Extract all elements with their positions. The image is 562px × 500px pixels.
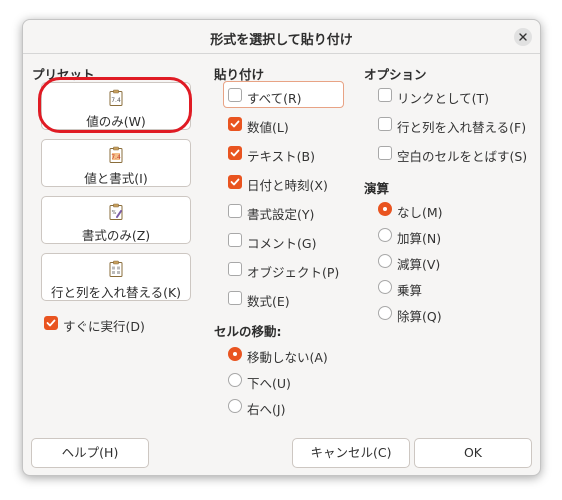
preset-formats-only-label: 書式のみ(Z) — [81, 228, 151, 243]
as-link-checkbox[interactable]: リンクとして(T) — [378, 86, 533, 106]
checkmark-icon — [46, 319, 56, 327]
checkbox-box — [228, 233, 242, 247]
preset-values-formats-label: 値と書式(I) — [84, 171, 148, 186]
preset-values-formats-button[interactable]: 7.4 値と書式(I) — [41, 139, 191, 187]
checkmark-icon — [230, 178, 240, 186]
radio-circle — [228, 347, 242, 361]
paste-datetime-label: 日付と時刻(X) — [247, 178, 328, 193]
checkbox-box — [228, 291, 242, 305]
checkbox-box — [378, 88, 392, 102]
operation-add-radio[interactable]: 加算(N) — [378, 226, 498, 246]
operation-divide-label: 除算(Q) — [397, 309, 442, 324]
checkbox-box — [228, 117, 242, 131]
operations-header: 演算 — [364, 181, 390, 196]
transpose-label: 行と列を入れ替える(F) — [397, 120, 527, 135]
checkbox-box — [228, 262, 242, 276]
paste-objects-checkbox[interactable]: オブジェクト(P) — [228, 260, 343, 280]
operation-divide-radio[interactable]: 除算(Q) — [378, 304, 498, 324]
operation-none-radio[interactable]: なし(M) — [378, 200, 498, 220]
operation-multiply-label: 乗算 — [397, 283, 423, 298]
operation-add-label: 加算(N) — [397, 231, 442, 246]
checkbox-box — [228, 88, 242, 102]
radio-circle — [378, 280, 392, 294]
checkbox-box — [44, 316, 58, 330]
operation-none-label: なし(M) — [397, 205, 443, 220]
skip-empty-cells-checkbox[interactable]: 空白のセルをとばす(S) — [378, 144, 533, 164]
transpose-checkbox[interactable]: 行と列を入れ替える(F) — [378, 115, 533, 135]
close-icon — [519, 33, 527, 41]
radio-circle — [378, 202, 392, 216]
dialog-title: 形式を選択して貼り付け — [210, 33, 353, 48]
paste-comments-checkbox[interactable]: コメント(G) — [228, 231, 343, 251]
highlight-annotation-circle — [38, 77, 192, 133]
paste-datetime-checkbox[interactable]: 日付と時刻(X) — [228, 173, 343, 193]
move-none-label: 移動しない(A) — [247, 350, 328, 365]
paste-numbers-label: 数値(L) — [247, 120, 289, 135]
close-button[interactable] — [514, 28, 532, 46]
operation-subtract-radio[interactable]: 減算(V) — [378, 252, 498, 272]
paste-formulas-label: 数式(E) — [247, 294, 290, 309]
options-header: オプション — [364, 67, 427, 82]
radio-circle — [228, 399, 242, 413]
help-button[interactable]: ヘルプ(H) — [31, 438, 149, 468]
run-immediately-checkbox[interactable]: すぐに実行(D) — [44, 314, 194, 334]
move-down-label: 下へ(U) — [247, 376, 291, 391]
paste-special-dialog: 形式を選択して貼り付け プリセット 7.4 値のみ(W) 7.4 値と書式(I) — [22, 19, 541, 476]
skip-empty-cells-label: 空白のセルをとばす(S) — [397, 149, 528, 164]
radio-circle — [378, 306, 392, 320]
checkbox-box — [378, 117, 392, 131]
preset-formats-only-button[interactable]: % 書式のみ(Z) — [41, 196, 191, 244]
run-immediately-label: すぐに実行(D) — [63, 319, 145, 334]
radio-circle — [378, 228, 392, 242]
paste-formats-checkbox[interactable]: 書式設定(Y) — [228, 202, 343, 222]
ok-button[interactable]: OK — [414, 438, 532, 468]
checkbox-box — [228, 204, 242, 218]
formats-only-icon: % — [109, 203, 123, 220]
paste-text-checkbox[interactable]: テキスト(B) — [228, 144, 343, 164]
checkmark-icon — [230, 120, 240, 128]
move-right-radio[interactable]: 右へ(J) — [228, 397, 343, 417]
as-link-label: リンクとして(T) — [397, 91, 490, 106]
radio-circle — [228, 373, 242, 387]
checkbox-box — [378, 146, 392, 160]
paste-numbers-checkbox[interactable]: 数値(L) — [228, 115, 343, 135]
operation-multiply-radio[interactable]: 乗算 — [378, 278, 498, 298]
preset-transpose-button[interactable]: 行と列を入れ替える(K) — [41, 253, 191, 301]
preset-transpose-label: 行と列を入れ替える(K) — [50, 285, 182, 300]
svg-text:7.4: 7.4 — [111, 154, 121, 161]
move-down-radio[interactable]: 下へ(U) — [228, 371, 343, 391]
move-none-radio[interactable]: 移動しない(A) — [228, 345, 343, 365]
cancel-button[interactable]: キャンセル(C) — [292, 438, 410, 468]
svg-text:%: % — [112, 210, 117, 216]
move-right-label: 右へ(J) — [247, 402, 286, 417]
checkbox-box — [228, 146, 242, 160]
radio-circle — [378, 254, 392, 268]
move-cells-header: セルの移動: — [214, 324, 282, 339]
operation-subtract-label: 減算(V) — [397, 257, 441, 272]
paste-all-checkbox[interactable]: すべて(R) — [228, 86, 343, 106]
paste-formats-label: 書式設定(Y) — [247, 207, 315, 222]
transpose-icon — [109, 260, 123, 277]
paste-formulas-checkbox[interactable]: 数式(E) — [228, 289, 343, 309]
paste-text-label: テキスト(B) — [247, 149, 315, 164]
values-formats-icon: 7.4 — [109, 146, 123, 163]
paste-comments-label: コメント(G) — [247, 236, 317, 251]
checkbox-box — [228, 175, 242, 189]
title-bar: 形式を選択して貼り付け — [23, 20, 540, 54]
paste-objects-label: オブジェクト(P) — [247, 265, 340, 280]
paste-all-label: すべて(R) — [247, 91, 302, 106]
checkmark-icon — [230, 149, 240, 157]
